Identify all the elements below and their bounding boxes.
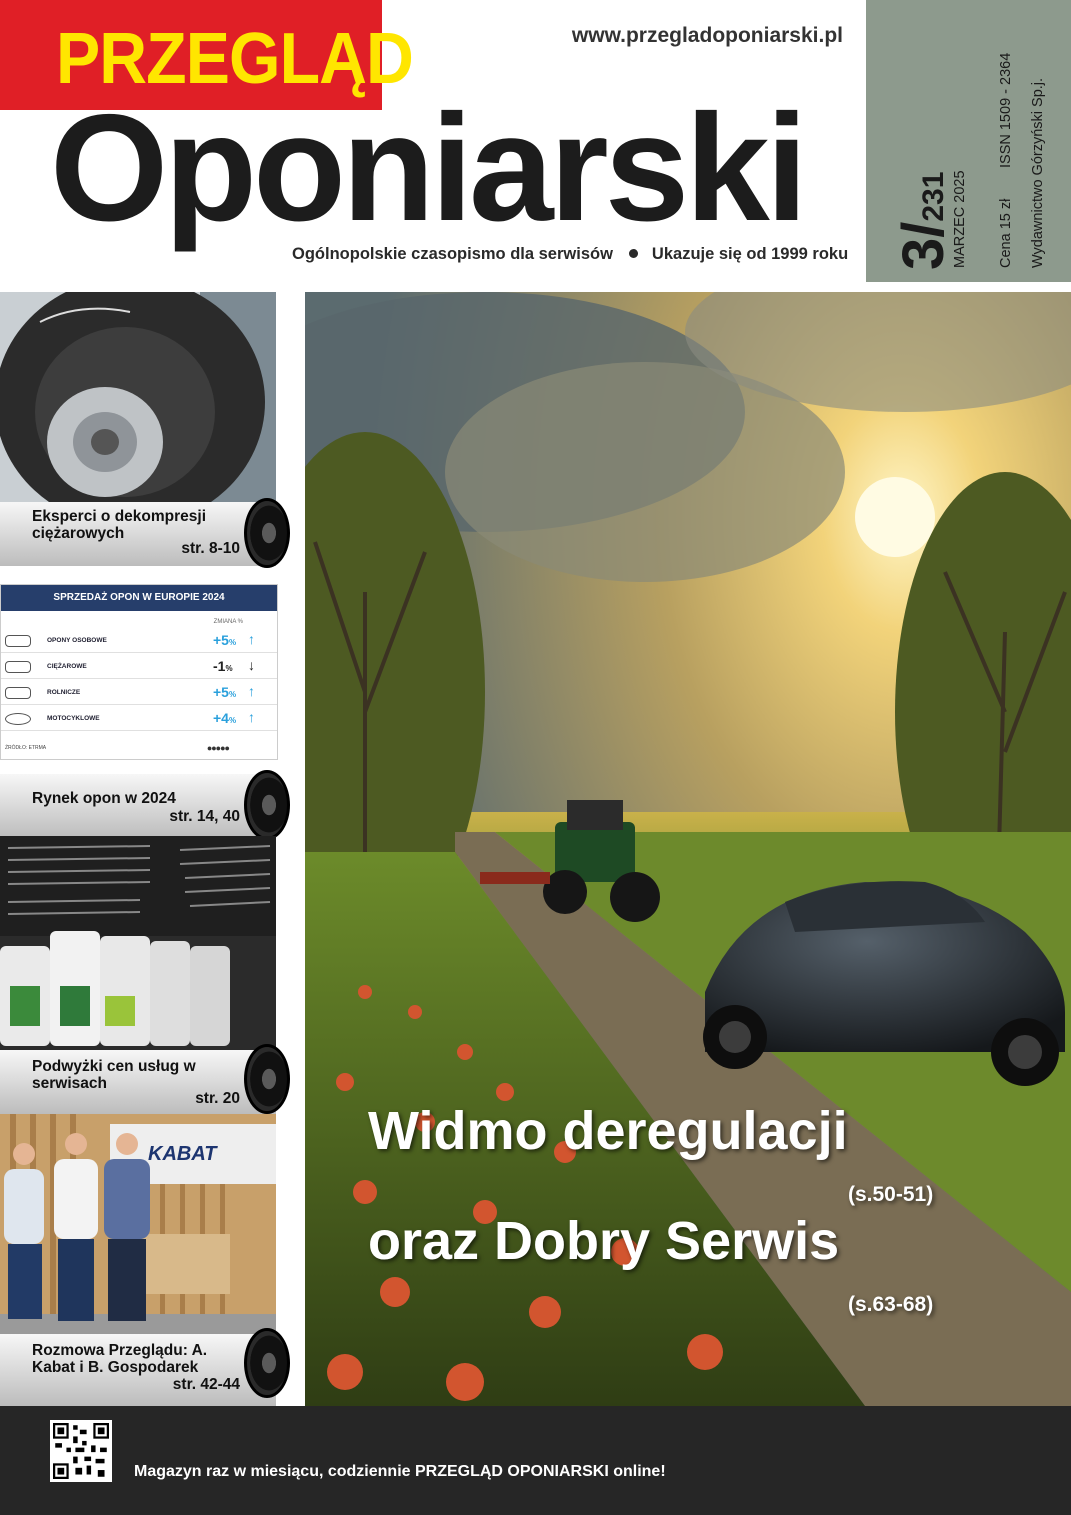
sidebar-pages: str. 42-44: [172, 1376, 240, 1393]
issue-publisher: Wydawnictwo Górzyński Sp.j.: [1030, 77, 1046, 268]
sidebar-label: Rynek opon w 2024 str. 14, 40: [0, 774, 276, 838]
table-change-header: ZMIANA %: [213, 619, 243, 625]
headline-2: oraz Dobry Serwis: [368, 1211, 840, 1271]
issue-month: MARZEC 2025: [952, 170, 968, 268]
qr-code-icon[interactable]: [50, 1420, 112, 1482]
table-source: ŹRÓDŁO: ETRMA: [5, 745, 47, 751]
interview-photo: KABAT: [0, 1114, 276, 1334]
motorcycle-icon: [5, 713, 31, 725]
sidebar-item-prices[interactable]: Podwyżki cen usług w serwisach str. 20: [0, 836, 290, 1116]
tagline-right: Ukazuje się od 1999 roku: [651, 245, 849, 263]
tire-icon: [244, 770, 290, 840]
table-row: MOTOCYKLOWE +4% ↑: [1, 707, 277, 731]
tagline: Ogólnopolskie czasopismo dla serwisów Uka…: [292, 245, 848, 264]
arrow-up-icon: ↑: [248, 631, 255, 647]
headline-2-pages: (s.63-68): [848, 1293, 934, 1316]
sidebar-title: Rynek opon w 2024: [32, 790, 176, 807]
tire-icon: [244, 498, 290, 568]
bullet-icon: [628, 249, 638, 259]
arrow-up-icon: ↑: [248, 709, 255, 725]
sidebar-pages: str. 8-10: [181, 540, 240, 557]
row-value: -1%: [213, 658, 233, 674]
sidebar-item-interview[interactable]: KABAT Rozmowa Przeglądu: A. Kabat i B. G…: [0, 1114, 290, 1406]
tire-icon: [244, 1044, 290, 1114]
tire-icon: [244, 1328, 290, 1398]
sidebar-pages: str. 20: [195, 1090, 240, 1107]
europe-sales-table: SPRZEDAŻ OPON W EUROPIE 2024 ZMIANA % OP…: [0, 584, 278, 760]
truck-tire-photo: [0, 292, 276, 502]
sidebar-item-decompression[interactable]: Eksperci o dekompresji ciężarowych str. …: [0, 292, 290, 574]
footer-bar: [0, 1406, 1071, 1515]
sidebar-item-market[interactable]: Rynek opon w 2024 str. 14, 40: [0, 770, 290, 840]
row-label: OPONY OSOBOWE: [47, 637, 107, 644]
table-row: ROLNICZE +5% ↑: [1, 681, 277, 705]
sidebar-title: Eksperci o dekompresji ciężarowych: [32, 508, 207, 542]
sidebar-title: Podwyżki cen usług w serwisach: [32, 1058, 196, 1092]
row-label: CIĘŻAROWE: [47, 663, 87, 670]
sidebar-title: Rozmowa Przeglądu: A. Kabat i B. Gospoda…: [32, 1342, 208, 1376]
row-value: +4%: [213, 710, 237, 726]
price-list-photo: [0, 836, 276, 1050]
masthead-title-main: Oponiarski: [50, 83, 808, 253]
arrow-up-icon: ↑: [248, 683, 255, 699]
headline-1: Widmo deregulacji: [368, 1101, 848, 1161]
tractor-icon: [5, 687, 31, 699]
issue-issn: ISSN 1509 - 2364: [998, 52, 1014, 168]
table-row: OPONY OSOBOWE +5% ↑: [1, 629, 277, 653]
footer-text: Magazyn raz w miesiącu, codziennie PRZEG…: [134, 1463, 666, 1480]
sidebar-pages: str. 14, 40: [169, 808, 240, 825]
kabat-sign: KABAT: [148, 1143, 218, 1165]
issue-number: 3/231: [891, 171, 956, 270]
tagline-left: Ogólnopolskie czasopismo dla serwisów: [292, 245, 613, 263]
issue-total: 231: [917, 171, 950, 222]
issue-price: Cena 15 zł: [998, 198, 1014, 268]
arrow-down-icon: ↓: [248, 657, 255, 673]
publisher-logo-icon: ●●●●●: [206, 743, 230, 753]
table-title: SPRZEDAŻ OPON W EUROPIE 2024: [1, 585, 277, 611]
row-label: MOTOCYKLOWE: [47, 715, 100, 722]
table-row: CIĘŻAROWE -1% ↓: [1, 655, 277, 679]
row-value: +5%: [213, 684, 237, 700]
row-value: +5%: [213, 632, 237, 648]
headline-1-pages: (s.50-51): [848, 1183, 934, 1206]
sidebar-label: Rozmowa Przeglądu: A. Kabat i B. Gospoda…: [0, 1334, 276, 1406]
truck-icon: [5, 661, 31, 673]
website-url[interactable]: www.przegladoponiarski.pl: [572, 24, 843, 48]
row-label: ROLNICZE: [47, 689, 81, 696]
car-icon: [5, 635, 31, 647]
sidebar-label: Podwyżki cen usług w serwisach str. 20: [0, 1050, 276, 1114]
sidebar-label: Eksperci o dekompresji ciężarowych str. …: [0, 502, 276, 566]
